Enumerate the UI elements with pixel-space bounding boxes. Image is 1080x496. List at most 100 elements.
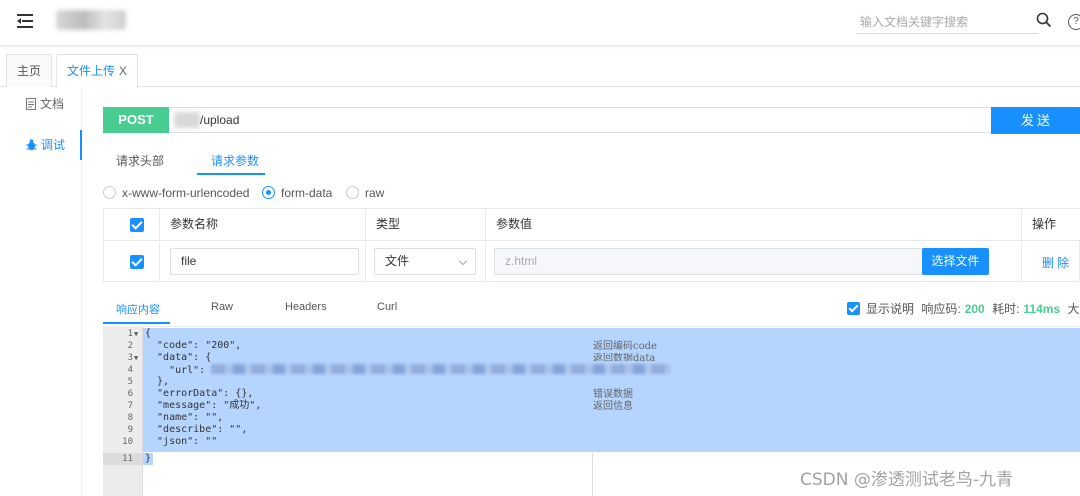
code-line: 1 ▼ { — [103, 328, 1080, 340]
param-name-input[interactable]: file — [170, 248, 359, 275]
radio-label: raw — [365, 186, 385, 200]
line-number: 1 — [127, 329, 133, 339]
tab-label: 文件上传 — [67, 64, 116, 78]
column-header: 参数名称 — [160, 209, 366, 240]
line-number: 2 — [127, 341, 133, 351]
delete-link[interactable]: 删除 — [1042, 254, 1072, 271]
code-line: 10 "json": "" — [103, 436, 1080, 448]
field-note: 返回信息 — [593, 401, 633, 412]
bug-icon — [26, 139, 37, 151]
method-badge[interactable]: POST — [103, 107, 169, 133]
line-number: 11 — [122, 454, 133, 464]
code-line: 5 }, — [103, 376, 1080, 388]
page-tabs: 主页 文件上传 X — [0, 49, 1080, 88]
line-number: 8 — [127, 413, 133, 423]
doc-search-input[interactable] — [856, 10, 1038, 34]
response-info: 显示说明 响应码:200 耗时:114ms 大小 — [847, 300, 1080, 317]
radio-circle — [103, 186, 116, 199]
status-code-label: 响应码: — [921, 302, 961, 316]
radio-circle — [262, 186, 275, 199]
line-number: 7 — [127, 401, 133, 411]
row-checkbox[interactable] — [130, 255, 144, 269]
status-code-value: 200 — [964, 302, 985, 316]
show-desc-label: 显示说明 — [866, 302, 915, 316]
select-all-checkbox[interactable] — [130, 218, 144, 232]
watermark: CSDN @渗透测试老鸟-九青 — [800, 470, 1014, 490]
blurred-host — [174, 112, 200, 128]
search-icon[interactable] — [1036, 12, 1054, 30]
code-text: "code": "200", — [145, 340, 242, 351]
code-line: 7 "message": "成功", — [103, 400, 1080, 412]
sidebar-item-label: 文档 — [40, 97, 65, 111]
code-text: "json": "" — [145, 436, 218, 447]
menu-toggle-icon[interactable] — [17, 13, 35, 29]
tab-response-content[interactable]: 响应内容 — [116, 301, 160, 317]
tab-response-curl[interactable]: Curl — [377, 301, 397, 313]
field-note: 错误数据 — [593, 389, 633, 400]
send-button[interactable]: 发送 — [991, 107, 1080, 134]
code-line: 2 "code": "200", — [103, 340, 1080, 352]
tab-response-raw[interactable]: Raw — [211, 301, 233, 313]
time-label: 耗时: — [992, 302, 1020, 316]
tab-response-headers[interactable]: Headers — [285, 301, 327, 313]
active-tab-indicator — [103, 322, 170, 324]
code-text: }, — [145, 376, 170, 387]
radio-form-data[interactable]: form-data — [262, 186, 332, 202]
blurred-logo — [56, 10, 126, 30]
sidebar-item-doc[interactable]: 文档 — [0, 89, 82, 119]
url-key: "url": — [145, 365, 212, 376]
code-line: 11} — [103, 453, 1080, 465]
request-path[interactable]: /upload — [200, 113, 239, 127]
tab-request-headers[interactable]: 请求头部 — [116, 152, 164, 169]
line-number: 9 — [127, 425, 133, 435]
radio-label: form-data — [281, 186, 333, 200]
document-icon — [26, 98, 36, 110]
line-number: 3 — [127, 353, 133, 363]
fold-arrow-icon[interactable]: ▼ — [134, 328, 138, 340]
code-line: 3 ▼ "data": { — [103, 352, 1080, 364]
param-value-input[interactable]: z.html — [494, 248, 924, 275]
code-text: "message": "成功", — [145, 400, 262, 411]
field-note: 返回编码code — [593, 341, 657, 352]
action-cell: 删除 — [1022, 242, 1080, 282]
choose-file-button[interactable]: 选择文件 — [922, 248, 989, 275]
help-icon[interactable]: ? — [1068, 14, 1080, 30]
code-text: { — [145, 328, 152, 339]
code-text: "errorData": {}, — [145, 388, 254, 399]
table-header-row: 参数名称 类型 参数值 操作 — [104, 209, 1080, 241]
active-tab-indicator — [197, 173, 265, 175]
row-select-cell — [104, 242, 160, 282]
code-line: 9 "describe": "", — [103, 424, 1080, 436]
param-value-cell: z.html 选择文件 — [486, 242, 1022, 282]
param-type-cell: 文件 — [366, 242, 486, 282]
column-header: 类型 — [366, 209, 486, 240]
line-number: 10 — [122, 437, 133, 447]
line-number: 4 — [127, 365, 133, 375]
code-line: 6 "errorData": {}, — [103, 388, 1080, 400]
sidebar-item-debug[interactable]: 调试 — [0, 130, 82, 160]
column-header: 参数值 — [486, 209, 1022, 240]
code-text: "name": "", — [145, 412, 224, 423]
sidebar-item-label: 调试 — [41, 138, 66, 152]
radio-raw[interactable]: raw — [346, 186, 384, 202]
column-header: 操作 — [1032, 217, 1057, 231]
tab-request-params[interactable]: 请求参数 — [211, 152, 259, 169]
params-table: 参数名称 类型 参数值 操作 file 文件 z.html 选择文件 删除 — [103, 208, 1080, 282]
code-text: } — [145, 453, 152, 464]
param-name-cell: file — [160, 242, 366, 282]
param-type-select[interactable]: 文件 — [374, 248, 476, 275]
top-header: ? — [0, 0, 1080, 46]
size-label: 大小 — [1067, 302, 1080, 316]
code-text: "describe": "", — [145, 424, 248, 435]
radio-label: x-www-form-urlencoded — [122, 186, 250, 200]
chevron-down-icon — [458, 256, 468, 266]
fold-arrow-icon[interactable]: ▼ — [134, 352, 138, 364]
radio-urlencoded[interactable]: x-www-form-urlencoded — [103, 186, 249, 202]
tab-home[interactable]: 主页 — [6, 54, 53, 87]
close-icon[interactable]: X — [119, 64, 127, 78]
select-value: 文件 — [385, 254, 410, 268]
time-value: 114ms — [1023, 302, 1061, 316]
radio-circle — [346, 186, 359, 199]
show-desc-checkbox[interactable] — [847, 302, 860, 315]
tab-file-upload[interactable]: 文件上传 X — [56, 54, 139, 88]
